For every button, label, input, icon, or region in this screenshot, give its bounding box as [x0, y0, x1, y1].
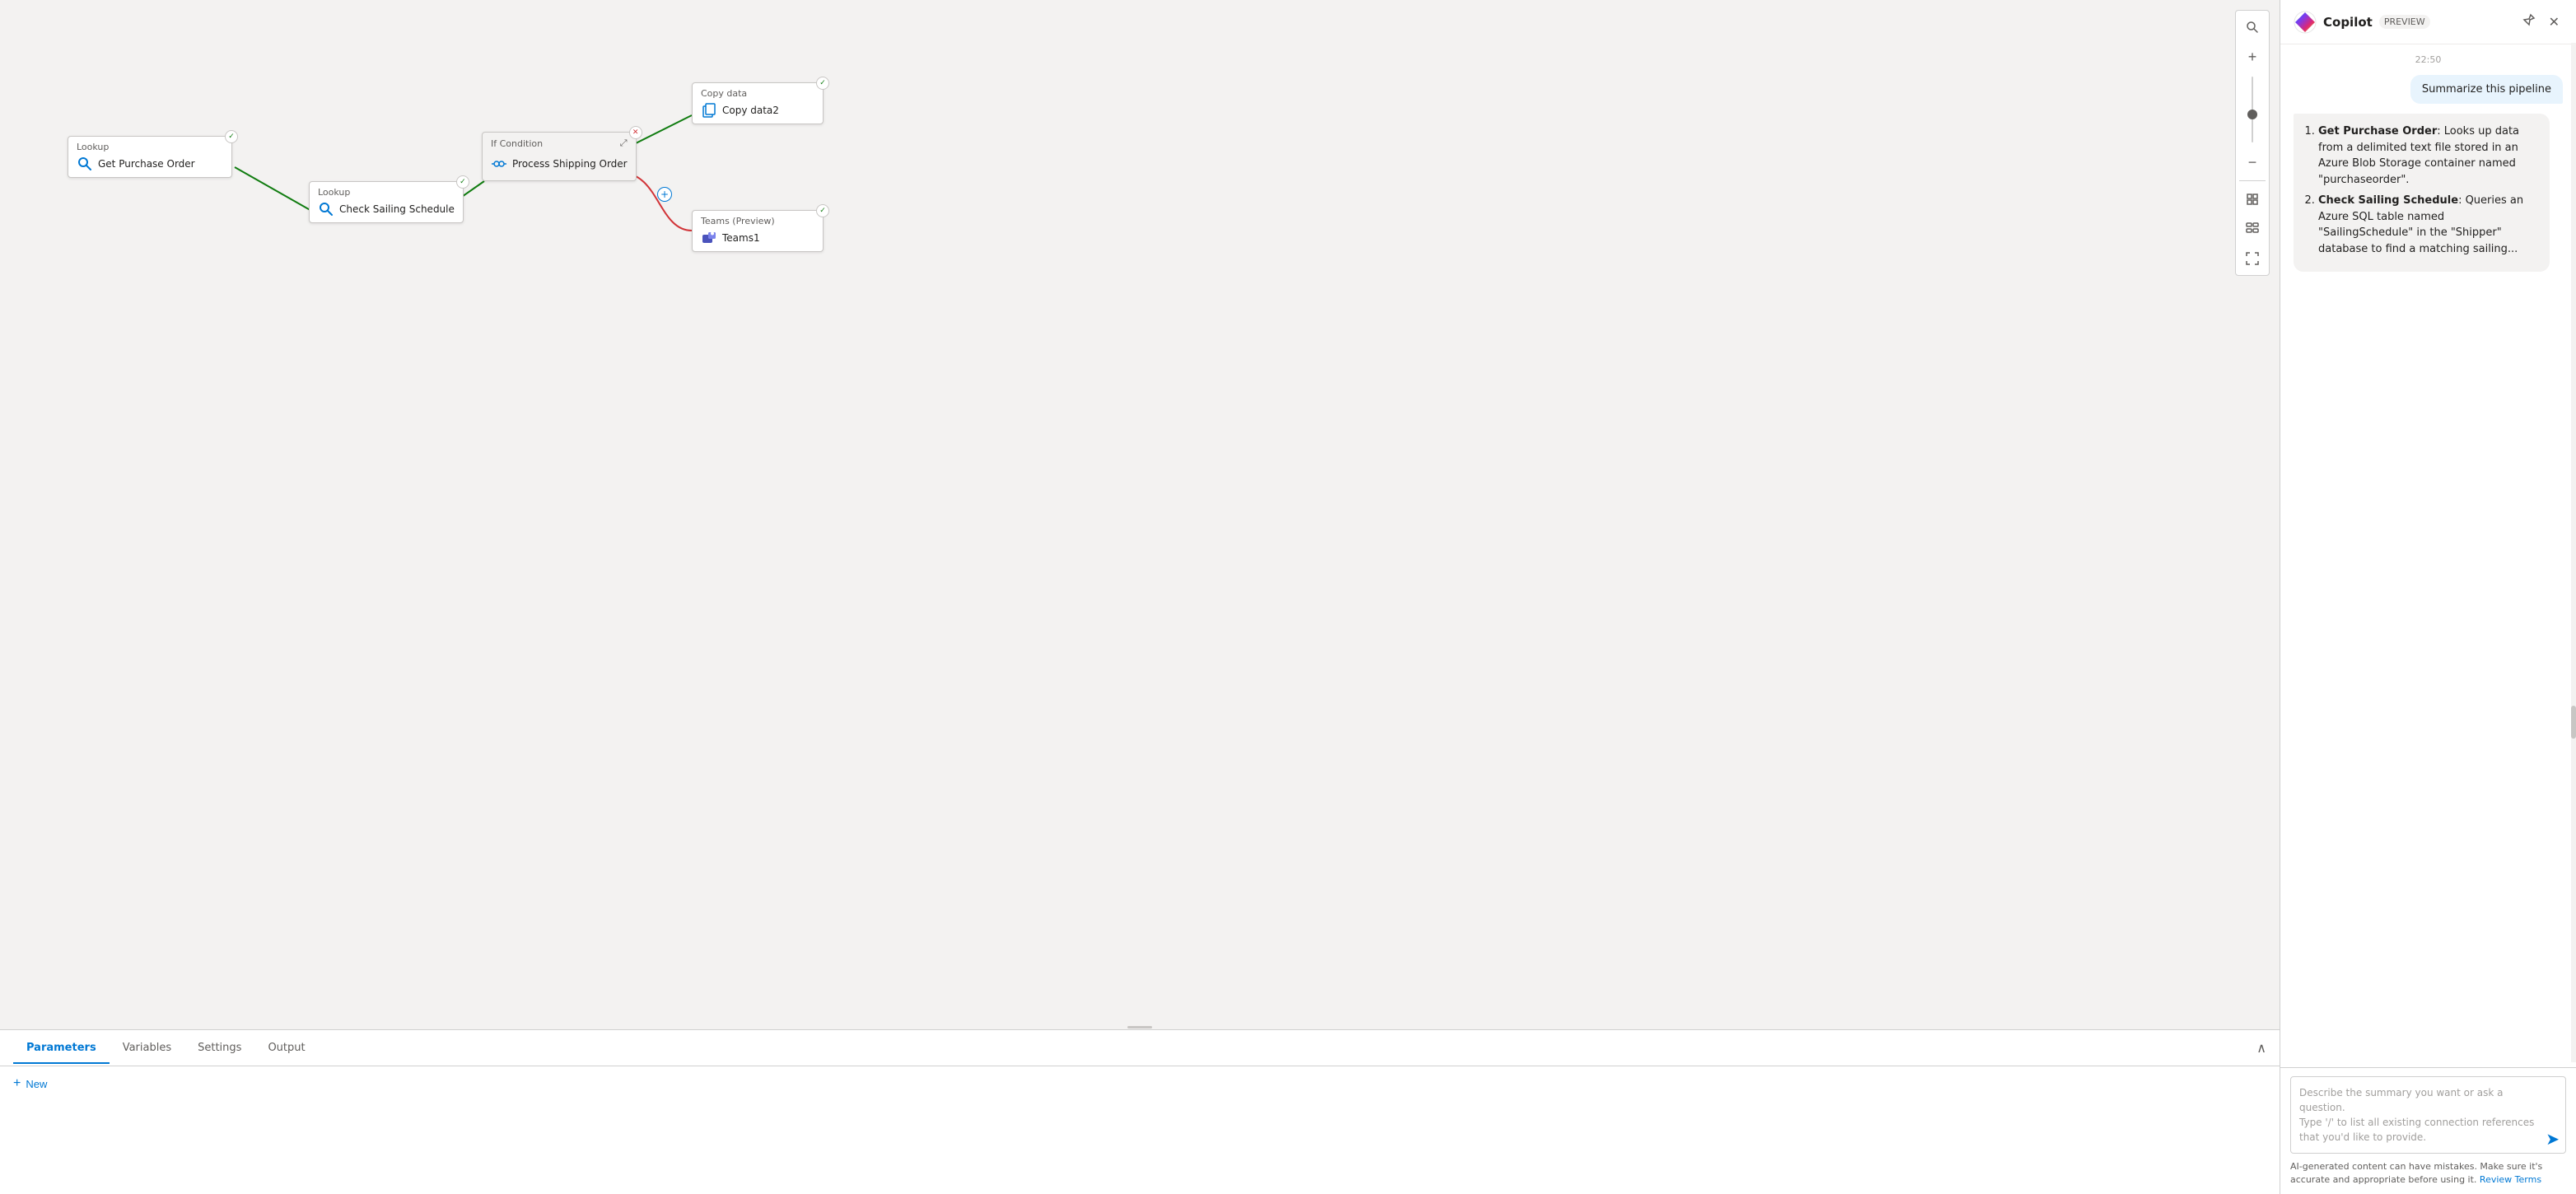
- zoom-out-btn[interactable]: −: [2239, 149, 2266, 175]
- tab-settings[interactable]: Settings: [184, 1033, 254, 1064]
- canvas-area: Lookup Get Purchase Order ✓ Lookup: [0, 0, 2280, 1029]
- ai-response-item-1: Get Purchase Order: Looks up data from a…: [2318, 124, 2538, 188]
- node-get-purchase-order[interactable]: Lookup Get Purchase Order ✓: [68, 136, 232, 178]
- copilot-input-placeholder: Describe the summary you want or ask a q…: [2299, 1087, 2534, 1143]
- copilot-input-area: Describe the summary you want or ask a q…: [2280, 1067, 2576, 1194]
- copilot-pin-btn[interactable]: [2519, 10, 2539, 34]
- user-message: Summarize this pipeline: [2410, 75, 2563, 104]
- node-header-lookup1: Lookup: [77, 142, 223, 152]
- copy-icon: [701, 102, 717, 119]
- copilot-preview-badge: PREVIEW: [2379, 15, 2430, 29]
- copilot-scrollbar-thumb: [2571, 706, 2576, 739]
- collapse-panel-btn[interactable]: ∧: [2256, 1040, 2266, 1056]
- fit-view-btn[interactable]: [2239, 186, 2266, 212]
- message-timestamp: 22:50: [2294, 54, 2563, 65]
- node-x-process: ✕: [629, 126, 642, 139]
- arrange-btn[interactable]: [2239, 216, 2266, 242]
- copilot-send-btn[interactable]: ➤: [2546, 1129, 2560, 1150]
- zoom-in-btn[interactable]: +: [2239, 44, 2266, 70]
- node-check-teams: ✓: [816, 204, 829, 217]
- copilot-title-group: Copilot PREVIEW: [2294, 11, 2430, 34]
- ai-item1-name: Get Purchase Order: [2318, 125, 2437, 138]
- panel-resize-handle[interactable]: [1123, 1024, 1156, 1029]
- bottom-panel: Parameters Variables Settings Output ∧ +…: [0, 1029, 2280, 1194]
- node-check-copy: ✓: [816, 77, 829, 90]
- fullscreen-btn[interactable]: [2239, 245, 2266, 272]
- copilot-messages: 22:50 Summarize this pipeline Get Purcha…: [2280, 44, 2576, 1067]
- ai-message: Get Purchase Order: Looks up data from a…: [2294, 114, 2550, 272]
- bottom-tabs: Parameters Variables Settings Output ∧: [0, 1030, 2280, 1066]
- if-condition-label: If Condition: [491, 138, 543, 149]
- new-parameter-button[interactable]: + New: [13, 1076, 47, 1091]
- node-check-lookup1: ✓: [225, 130, 238, 143]
- expand-icon[interactable]: ⤢: [620, 138, 628, 149]
- copilot-title-text: Copilot: [2323, 15, 2373, 30]
- review-terms-link[interactable]: Review Terms: [2480, 1174, 2541, 1185]
- process-icon: [491, 156, 507, 172]
- ai-item2-name: Check Sailing Schedule: [2318, 194, 2458, 207]
- new-button-label: New: [26, 1078, 47, 1090]
- add-button-between[interactable]: +: [657, 187, 672, 202]
- copilot-disclaimer: AI-generated content can have mistakes. …: [2290, 1160, 2566, 1186]
- teams-icon: [701, 230, 717, 246]
- copilot-logo: [2294, 11, 2317, 34]
- toolbar-divider-1: [2239, 180, 2266, 181]
- tab-parameters[interactable]: Parameters: [13, 1033, 110, 1064]
- node-label-lookup2: Check Sailing Schedule: [339, 203, 455, 215]
- node-if-condition[interactable]: If Condition ⤢ Process Shipping Order ✕: [482, 132, 637, 181]
- node-header-lookup2: Lookup: [318, 187, 455, 198]
- tab-variables[interactable]: Variables: [110, 1033, 184, 1064]
- node-label-teams: Teams1: [722, 232, 760, 244]
- lookup-icon-2: [318, 201, 334, 217]
- node-teams[interactable]: Teams (Preview) Teams1 ✓: [692, 210, 824, 252]
- copilot-input-box[interactable]: Describe the summary you want or ask a q…: [2290, 1076, 2566, 1154]
- copilot-header-actions: ✕: [2519, 10, 2563, 34]
- copilot-header: Copilot PREVIEW ✕: [2280, 0, 2576, 44]
- main-area: Lookup Get Purchase Order ✓ Lookup: [0, 0, 2280, 1194]
- new-plus-icon: +: [13, 1076, 21, 1091]
- connections-svg: [0, 0, 2280, 1029]
- zoom-out-label: −: [2248, 154, 2257, 171]
- copilot-panel: Copilot PREVIEW ✕ 22:50 Summarize this p…: [2280, 0, 2576, 1194]
- copilot-close-btn[interactable]: ✕: [2546, 11, 2563, 34]
- copilot-scrollbar-track: [2571, 43, 2576, 1062]
- node-label-process-shipping: Process Shipping Order: [512, 158, 628, 170]
- node-header-copy: Copy data: [701, 88, 814, 99]
- node-label-lookup1: Get Purchase Order: [98, 158, 195, 170]
- ai-response-item-2: Check Sailing Schedule: Queries an Azure…: [2318, 193, 2538, 257]
- zoom-slider-container: [2239, 73, 2266, 146]
- node-label-copy: Copy data2: [722, 105, 779, 116]
- zoom-in-label: +: [2248, 49, 2257, 66]
- node-check-sailing-schedule[interactable]: Lookup Check Sailing Schedule ✓: [309, 181, 464, 223]
- tab-output[interactable]: Output: [254, 1033, 318, 1064]
- canvas-toolbar: + −: [2235, 10, 2270, 276]
- node-header-teams: Teams (Preview): [701, 216, 814, 226]
- node-copy-data[interactable]: Copy data Copy data2 ✓: [692, 82, 824, 124]
- lookup-icon: [77, 156, 93, 172]
- node-check-lookup2: ✓: [456, 175, 469, 189]
- tabs-group: Parameters Variables Settings Output: [13, 1033, 319, 1063]
- search-canvas-btn[interactable]: [2239, 14, 2266, 40]
- bottom-content: + New: [0, 1066, 2280, 1194]
